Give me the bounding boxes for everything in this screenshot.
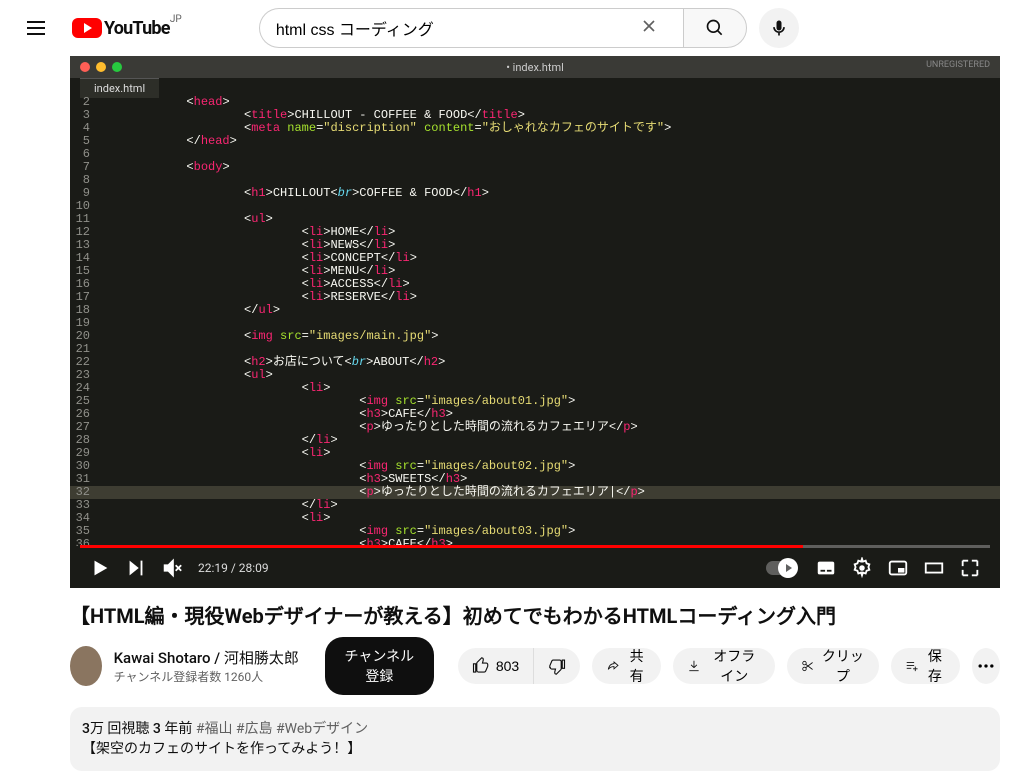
search-box [259, 8, 683, 48]
hamburger-button[interactable] [16, 8, 56, 48]
like-button[interactable]: 803 [458, 648, 534, 684]
clear-search-button[interactable] [631, 16, 667, 40]
ellipsis-icon [976, 656, 996, 676]
subscribe-button[interactable]: チャンネル登録 [325, 637, 434, 695]
miniplayer-icon [887, 557, 909, 579]
editor-document-title: • index.html [506, 61, 564, 74]
code-line: 18 </ul> [70, 304, 1000, 317]
video-title: 【HTML編・現役Webデザイナーが教える】初めてでもわかるHTMLコーディング… [70, 600, 1000, 629]
subtitles-button[interactable] [808, 550, 844, 586]
code-line: 20 <img src="images/main.jpg"> [70, 330, 1000, 343]
youtube-logo[interactable]: YouTube JP [72, 18, 170, 39]
more-actions-button[interactable] [972, 648, 1000, 684]
miniplayer-button[interactable] [880, 550, 916, 586]
mute-button[interactable] [154, 550, 190, 586]
settings-button[interactable] [844, 550, 880, 586]
editor-tab: index.html [80, 78, 159, 98]
masthead-center [259, 8, 799, 48]
zoom-dot-icon [112, 62, 122, 72]
gear-icon [851, 557, 873, 579]
share-icon [606, 657, 620, 675]
hashtags[interactable]: #福山 #広島 #Webデザイン [196, 721, 368, 737]
subtitles-icon [815, 557, 837, 579]
clip-label: クリップ [821, 646, 864, 686]
unregistered-label: UNREGISTERED [926, 60, 990, 70]
share-button[interactable]: 共有 [592, 648, 661, 684]
masthead-left: YouTube JP [16, 8, 170, 48]
autoplay-toggle[interactable] [766, 561, 796, 575]
window-traffic-lights [80, 62, 122, 72]
video-meta-row: Kawai Shotaro / 河相勝太郎 チャンネル登録者数 1260人 チャ… [70, 637, 1000, 695]
masthead: YouTube JP [0, 0, 1024, 56]
search-button[interactable] [683, 8, 747, 48]
close-dot-icon [80, 62, 90, 72]
theater-button[interactable] [916, 550, 952, 586]
search-wrap [259, 8, 747, 48]
save-button[interactable]: 保存 [891, 648, 960, 684]
view-date-meta: 3万 回視聴 3 年前 [82, 721, 196, 737]
microphone-icon [769, 18, 789, 38]
playlist-add-icon [905, 657, 919, 675]
search-icon [705, 18, 725, 38]
channel-block: Kawai Shotaro / 河相勝太郎 チャンネル登録者数 1260人 [114, 647, 299, 685]
save-label: 保存 [924, 646, 945, 686]
page-content: • index.html UNREGISTERED index.html 2 <… [0, 56, 1024, 771]
search-input[interactable] [276, 19, 631, 37]
play-button[interactable] [82, 550, 118, 586]
youtube-logo-icon [72, 18, 102, 38]
channel-name[interactable]: Kawai Shotaro / 河相勝太郎 [114, 647, 299, 668]
fullscreen-icon [959, 557, 981, 579]
code-line: 7 <body> [70, 161, 1000, 174]
minimize-dot-icon [96, 62, 106, 72]
like-dislike-group: 803 [458, 648, 580, 684]
editor-titlebar: • index.html [70, 56, 1000, 78]
code-line: 5 </head> [70, 135, 1000, 148]
like-count: 803 [496, 658, 519, 674]
channel-avatar[interactable] [70, 646, 102, 686]
player-controls: 22:19 / 28:09 [70, 548, 1000, 588]
play-icon [89, 557, 111, 579]
code-area: 2 <head>3 <title>CHILLOUT - COFFEE & FOO… [70, 96, 1000, 546]
hamburger-icon [24, 16, 48, 40]
time-display: 22:19 / 28:09 [198, 561, 269, 575]
scissors-icon [801, 657, 815, 675]
fullscreen-button[interactable] [952, 550, 988, 586]
youtube-logo-text: YouTube [104, 18, 170, 39]
country-code: JP [170, 14, 182, 25]
next-icon [125, 557, 147, 579]
description-line: 【架空のカフェのサイトを作ってみよう！】 [82, 739, 988, 759]
voice-search-button[interactable] [759, 8, 799, 48]
description-box[interactable]: 3万 回視聴 3 年前 #福山 #広島 #Webデザイン 【架空のカフェのサイト… [70, 707, 1000, 771]
volume-muted-icon [161, 557, 183, 579]
subscriber-count: チャンネル登録者数 1260人 [114, 668, 299, 685]
clip-button[interactable]: クリップ [787, 648, 878, 684]
thumbs-down-icon [548, 657, 566, 675]
thumbs-up-icon [472, 657, 490, 675]
video-player[interactable]: • index.html UNREGISTERED index.html 2 <… [70, 56, 1000, 588]
download-button[interactable]: オフライン [673, 648, 775, 684]
download-label: オフライン [707, 646, 761, 686]
code-line: 9 <h1>CHILLOUT<br>COFFEE & FOOD</h1> [70, 187, 1000, 200]
close-icon [639, 16, 659, 36]
theater-icon [923, 557, 945, 579]
next-button[interactable] [118, 550, 154, 586]
share-label: 共有 [626, 646, 647, 686]
download-icon [687, 657, 701, 675]
dislike-button[interactable] [534, 648, 580, 684]
